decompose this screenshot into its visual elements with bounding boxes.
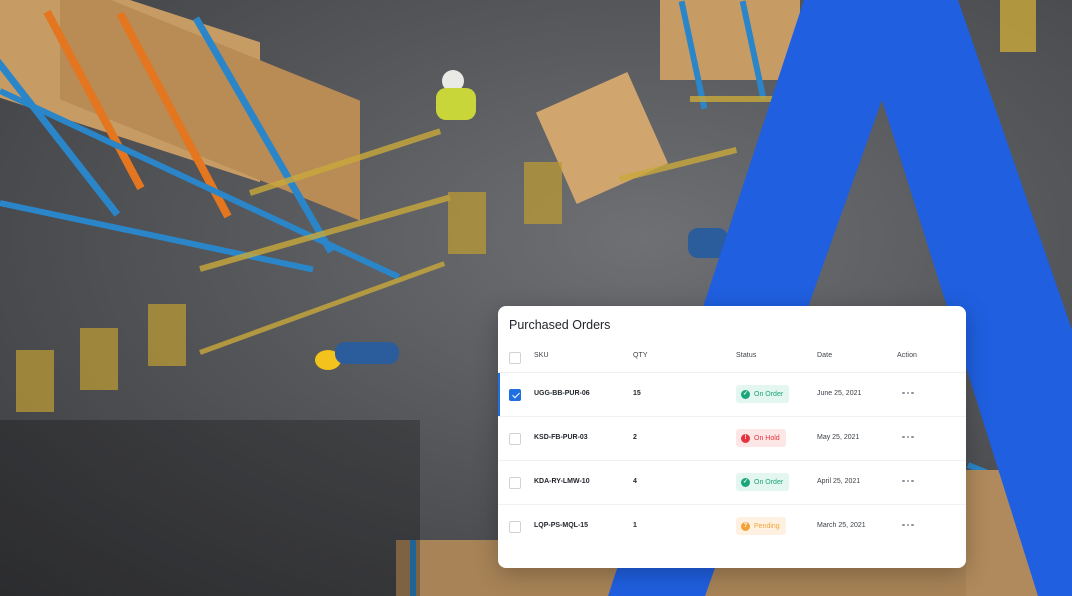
more-options-icon[interactable]	[902, 431, 916, 443]
status-badge: ✓ On Order	[736, 473, 790, 491]
table-row[interactable]: UGG-BB-PUR-06 15 ✓ On Order June 25, 202…	[498, 372, 966, 417]
qty-cell: 1	[633, 522, 637, 529]
table-row[interactable]: KSD-FB-PUR-03 2 ! On Hold May 25, 2021	[498, 416, 966, 460]
status-text: On Order	[754, 390, 784, 398]
alert-circle-icon: !	[741, 433, 750, 443]
status-text: On Order	[754, 478, 784, 486]
row-checkbox[interactable]	[509, 521, 521, 533]
worker-vest	[436, 88, 476, 120]
more-options-icon[interactable]	[902, 475, 916, 487]
table-row[interactable]: LQP-PS-MQL-15 1 ? Pending March 25, 2021	[498, 504, 966, 548]
table-row[interactable]: KDA-RY-LMW-10 4 ✓ On Order April 25, 202…	[498, 460, 966, 504]
status-badge: ! On Hold	[736, 429, 786, 447]
column-header-qty[interactable]: QTY	[633, 352, 648, 359]
row-checkbox[interactable]	[509, 389, 521, 401]
select-all-checkbox[interactable]	[509, 352, 521, 364]
date-cell: March 25, 2021	[817, 522, 866, 529]
row-checkbox[interactable]	[509, 433, 521, 445]
date-cell: April 25, 2021	[817, 478, 861, 485]
column-header-status[interactable]: Status	[736, 352, 756, 359]
sku-cell: UGG-BB-PUR-06	[534, 390, 590, 397]
floor-line	[199, 261, 446, 355]
floor-marking	[80, 328, 118, 390]
column-header-action: Action	[897, 352, 918, 359]
qty-cell: 4	[633, 478, 637, 485]
column-header-date[interactable]: Date	[817, 352, 832, 359]
more-options-icon[interactable]	[902, 387, 916, 399]
purchased-orders-card: Purchased Orders SKU QTY Status Date Act…	[498, 306, 966, 568]
row-checkbox[interactable]	[509, 477, 521, 489]
column-header-sku[interactable]: SKU	[534, 352, 549, 359]
worker-body	[335, 342, 399, 364]
qty-cell: 2	[633, 434, 637, 441]
check-circle-icon: ✓	[741, 477, 750, 487]
floor-shadow	[0, 420, 420, 596]
sku-cell: LQP-PS-MQL-15	[534, 522, 589, 529]
floor-marking	[524, 162, 562, 224]
check-circle-icon: ✓	[741, 389, 750, 399]
qty-cell: 15	[633, 390, 641, 397]
floor-marking	[448, 192, 486, 254]
floor-marking	[16, 350, 54, 412]
more-options-icon[interactable]	[902, 519, 916, 531]
sku-cell: KSD-FB-PUR-03	[534, 434, 588, 441]
status-text: On Hold	[754, 434, 780, 442]
status-badge: ? Pending	[736, 517, 786, 535]
worker-body	[688, 228, 728, 258]
date-cell: June 25, 2021	[817, 390, 862, 397]
floor-line	[690, 96, 790, 102]
floor-line	[1000, 0, 1036, 52]
rack-beam	[0, 200, 314, 273]
status-badge: ✓ On Order	[736, 385, 790, 403]
table-header: SKU QTY Status Date Action	[498, 344, 966, 372]
date-cell: May 25, 2021	[817, 434, 860, 441]
floor-marking	[148, 304, 186, 366]
help-circle-icon: ?	[741, 521, 750, 531]
card-title: Purchased Orders	[509, 318, 611, 332]
rack-boxes	[966, 470, 1072, 596]
status-text: Pending	[754, 522, 780, 530]
sku-cell: KDA-RY-LMW-10	[534, 478, 590, 485]
